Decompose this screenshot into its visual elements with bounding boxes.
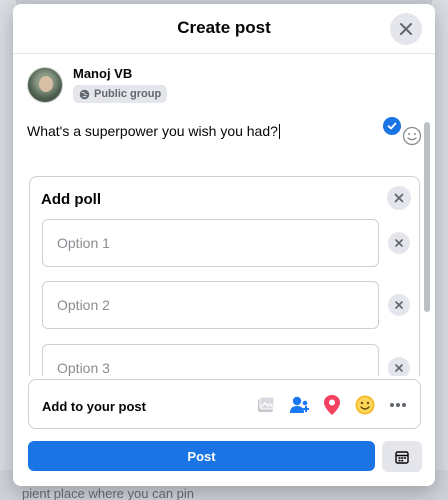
close-icon [395,239,403,247]
feeling-activity-button[interactable] [353,393,377,417]
privacy-selector[interactable]: Public group [73,85,168,103]
post-author: Manoj VB Public group [27,66,168,105]
avatar [27,67,63,104]
poll-option-1-input[interactable]: Option 1 [42,219,379,267]
tag-people-button[interactable] [287,393,311,417]
create-post-dialog: Create post Manoj VB Public group What's… [13,4,435,486]
dialog-header: Create post [13,4,435,54]
post-button[interactable]: Post [28,441,375,471]
post-text-input[interactable]: What's a superpower you wish you had? [27,123,280,139]
remove-option-1-button[interactable] [388,232,410,254]
globe-icon [79,89,90,99]
emoji-picker-icon[interactable] [402,126,422,146]
add-to-post-bar: Add to your post [28,379,421,429]
location-pin-icon [324,395,340,415]
calendar-icon [395,450,409,464]
check-in-button[interactable] [320,393,344,417]
photo-icon [258,396,275,412]
post-text: What's a superpower you wish you had? [27,123,278,139]
poll-option-2-input[interactable]: Option 2 [42,281,379,329]
add-to-post-label: Add to your post [42,399,146,414]
feeling-emoji-icon [355,395,375,415]
background-text: pient place where you can pin [22,486,195,500]
dialog-title: Create post [177,18,271,37]
remove-poll-button[interactable] [387,186,411,210]
post-button-label: Post [187,448,216,464]
close-icon [395,364,403,372]
remove-option-3-button[interactable] [388,357,410,376]
privacy-label: Public group [94,88,162,100]
remove-option-2-button[interactable] [388,294,410,316]
author-meta: Manoj VB Public group [73,66,168,105]
close-icon [395,301,403,309]
poll-option-3-input[interactable]: Option 3 [42,344,379,376]
close-icon [394,193,404,203]
author-name: Manoj VB [73,66,133,81]
poll-option-placeholder: Option 3 [57,360,110,376]
checkmark-icon[interactable] [383,117,401,135]
poll-option-placeholder: Option 2 [57,297,110,313]
scrollbar[interactable] [424,122,430,312]
photo-video-button[interactable] [254,393,278,417]
text-caret [278,124,280,139]
tag-people-icon [290,396,309,413]
more-options-icon [390,403,406,407]
poll-option-placeholder: Option 1 [57,235,110,251]
close-icon [400,23,412,35]
poll-editor: Add poll Option 1 Option 2 Option 3 [29,176,420,376]
schedule-post-button[interactable] [382,441,422,472]
close-button[interactable] [390,13,422,45]
more-options-button[interactable] [386,393,410,417]
poll-title: Add poll [41,191,101,208]
